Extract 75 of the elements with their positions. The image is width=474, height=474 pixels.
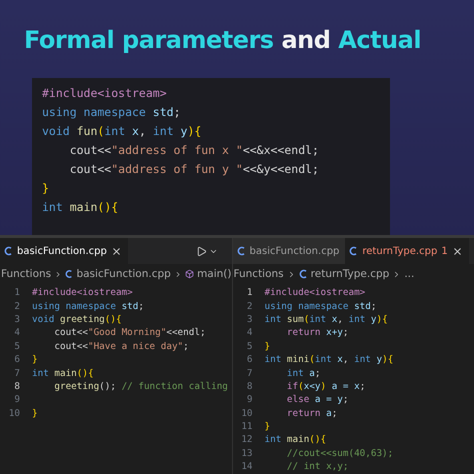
breadcrumb-item[interactable]: main() (197, 268, 232, 280)
breadcrumb-item[interactable]: Functions (234, 268, 284, 280)
line-number: 7 (13, 368, 21, 379)
code-line: using namespace std; (32, 300, 144, 312)
line-number: 5 (13, 340, 21, 352)
code-line: int sum(int x, int y){ (264, 314, 388, 325)
cpp-file-icon (236, 246, 246, 256)
run-icon[interactable] (196, 246, 207, 256)
chevron-icon (54, 270, 62, 278)
code-line: //cout<<sum(40,63); (286, 448, 394, 459)
breadcrumb-item[interactable]: returnType.cpp (310, 268, 390, 280)
breadcrumb-item[interactable]: basicFunction.cpp (76, 268, 171, 280)
code-line: cout<<"Have a nice day"; (53, 340, 189, 352)
line-number: 2 (246, 300, 254, 312)
file-tab[interactable]: basicFunction.cpp (232, 238, 346, 264)
problem-count: 1 (441, 246, 448, 256)
slide-title: Formal parameters and Actual (24, 26, 422, 54)
code-line: int main(){ (32, 368, 94, 379)
line-number: 11 (240, 421, 254, 432)
line-number: 7 (246, 368, 254, 379)
line-number: 10 (240, 408, 254, 419)
line-number: 4 (13, 327, 21, 338)
line-number: 9 (246, 394, 254, 406)
code-line: using namespace std; (264, 300, 376, 312)
code-line: } (264, 421, 270, 432)
code-line: cout<<"address of fun y "<<&y<<endl; (68, 161, 320, 178)
breadcrumb-item[interactable]: ... (404, 268, 414, 280)
file-tab[interactable]: returnType.cpp 1 (345, 238, 469, 264)
line-number: 3 (13, 314, 21, 325)
line-number: 9 (13, 394, 21, 406)
cpp-file-icon (65, 269, 74, 279)
code-line: } (32, 354, 38, 366)
code-line: cout<<"address of fun x "<<&x<<endl; (68, 142, 320, 159)
code-line: return a; (286, 408, 338, 419)
code-line: void greeting(){ (32, 314, 122, 325)
code-line: if(x<y) a = x; (286, 380, 366, 392)
line-number: 6 (246, 354, 254, 366)
code-line: void fun(int x, int y){ (42, 123, 202, 140)
line-number: 2 (13, 300, 21, 312)
line-number: 13 (240, 448, 254, 459)
cpp-file-icon (349, 246, 358, 256)
close-icon[interactable] (110, 246, 122, 256)
close-icon[interactable] (452, 246, 463, 256)
code-line: int mini(int x, int y){ (264, 354, 394, 366)
code-line: #include<iostream> (264, 287, 366, 298)
code-line: int main(){ (42, 199, 120, 216)
line-number: 12 (240, 434, 254, 446)
code-line: int a; (286, 368, 321, 379)
code-line: return x+y; (286, 327, 348, 338)
file-tab[interactable]: basicFunction.cpp (0, 238, 128, 264)
code-line: int main(){ (264, 434, 326, 446)
line-number: 14 (240, 461, 254, 472)
code-line: } (42, 180, 50, 197)
code-line: } (264, 340, 270, 352)
code-line: cout<<"Good Morning"<<endl; (53, 327, 206, 338)
line-number: 5 (246, 340, 254, 352)
code-line: else a = y; (286, 394, 348, 406)
code-line: #include<iostream> (32, 287, 133, 298)
cpp-file-icon (4, 246, 13, 256)
code-line: } (32, 408, 38, 419)
breadcrumb-item[interactable]: Functions (1, 268, 52, 280)
line-number: 6 (13, 354, 21, 366)
code-line: using namespace std; (42, 104, 182, 121)
line-number: 8 (13, 380, 21, 392)
cube-icon (184, 269, 194, 279)
line-number: 3 (246, 314, 254, 325)
code-line: // int x,y; (286, 461, 348, 472)
cpp-file-icon (298, 269, 308, 279)
line-number: 10 (8, 408, 21, 419)
code-line: greeting(); // function calling (53, 380, 228, 392)
code-line: #include<iostream> (42, 85, 168, 102)
line-number: 1 (246, 287, 254, 298)
line-number: 1 (13, 287, 21, 298)
line-number: 4 (246, 327, 254, 338)
line-number: 8 (246, 380, 254, 392)
